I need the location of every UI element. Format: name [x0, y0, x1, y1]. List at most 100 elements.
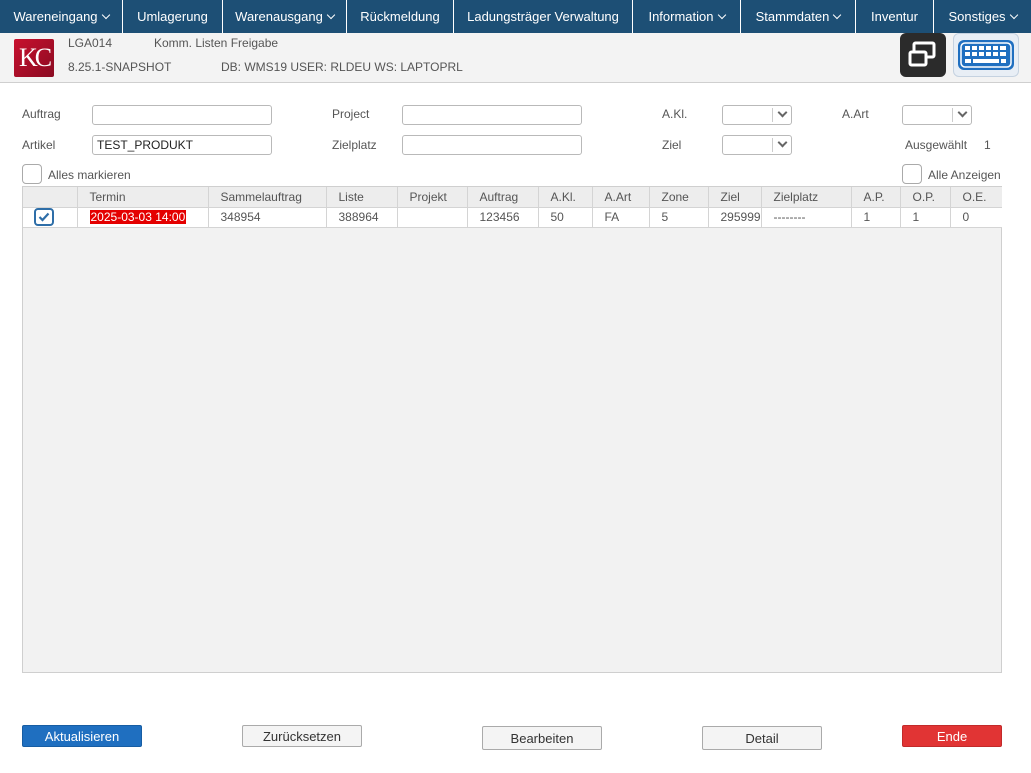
- cell-ap: 1: [851, 207, 901, 228]
- col-header-oe[interactable]: O.E.: [950, 187, 1002, 208]
- aktualisieren-button[interactable]: Aktualisieren: [22, 725, 142, 747]
- chevron-down-icon: [101, 10, 110, 19]
- table-row[interactable]: 2025-03-03 14:00 348954 388964 123456 50…: [23, 207, 1002, 228]
- aart-select[interactable]: [902, 105, 972, 125]
- cell-sammelauftrag: 348954: [208, 207, 327, 228]
- col-header-sammelauftrag[interactable]: Sammelauftrag: [208, 187, 327, 208]
- chevron-down-icon: [777, 137, 788, 148]
- col-header-liste[interactable]: Liste: [326, 187, 398, 208]
- menu-warenausgang[interactable]: Warenausgang: [223, 0, 347, 33]
- keyboard-button[interactable]: [953, 33, 1019, 77]
- artikel-label: Artikel: [22, 138, 56, 152]
- cell-op: 1: [900, 207, 951, 228]
- chevron-down-icon: [1009, 10, 1018, 19]
- main-menu-bar: Wareneingang Umlagerung Warenausgang Rüc…: [0, 0, 1031, 33]
- results-table: Termin Sammelauftrag Liste Projekt Auftr…: [23, 187, 1002, 228]
- cell-projekt: [397, 207, 468, 228]
- menu-label: Warenausgang: [235, 9, 323, 24]
- col-header-select: [23, 187, 78, 208]
- auftrag-input[interactable]: [92, 105, 272, 125]
- menu-wareneingang[interactable]: Wareneingang: [0, 0, 123, 33]
- session-info: DB: WMS19 USER: RLDEU WS: LAPTOPRL: [221, 60, 463, 74]
- menu-stammdaten[interactable]: Stammdaten: [741, 0, 856, 33]
- cell-akl: 50: [538, 207, 593, 228]
- col-header-op[interactable]: O.P.: [900, 187, 951, 208]
- menu-umlagerung[interactable]: Umlagerung: [123, 0, 223, 33]
- chevron-down-icon: [833, 10, 842, 19]
- screen-title: Komm. Listen Freigabe: [154, 36, 279, 50]
- col-header-termin[interactable]: Termin: [77, 187, 209, 208]
- alles-markieren-label: Alles markieren: [48, 168, 131, 182]
- menu-label: Inventur: [871, 9, 918, 24]
- menu-label: Ladungsträger Verwaltung: [467, 9, 619, 24]
- zuruecksetzen-button[interactable]: Zurücksetzen: [242, 725, 362, 747]
- menu-inventur[interactable]: Inventur: [856, 0, 934, 33]
- cell-zone: 5: [649, 207, 709, 228]
- menu-label: Umlagerung: [137, 9, 208, 24]
- select-separator: [952, 108, 953, 122]
- checkmark-icon: [38, 212, 50, 222]
- chevron-down-icon: [957, 107, 968, 118]
- zielplatz-input[interactable]: [402, 135, 582, 155]
- company-logo: KC: [14, 39, 54, 77]
- zielplatz-label: Zielplatz: [332, 138, 377, 152]
- ende-button[interactable]: Ende: [902, 725, 1002, 747]
- cell-aart: FA: [592, 207, 650, 228]
- col-header-projekt[interactable]: Projekt: [397, 187, 468, 208]
- row-checkbox[interactable]: [34, 208, 54, 226]
- window-switch-icon: [908, 41, 936, 67]
- akl-label: A.Kl.: [662, 107, 688, 121]
- col-header-akl[interactable]: A.Kl.: [538, 187, 593, 208]
- project-label: Project: [332, 107, 370, 121]
- termin-badge: 2025-03-03 14:00: [89, 210, 187, 224]
- alle-anzeigen-checkbox[interactable]: [902, 164, 922, 184]
- col-header-zone[interactable]: Zone: [649, 187, 709, 208]
- aart-label: A.Art: [842, 107, 869, 121]
- ziel-label: Ziel: [662, 138, 682, 152]
- alles-markieren-checkbox[interactable]: [22, 164, 42, 184]
- menu-sonstiges[interactable]: Sonstiges: [934, 0, 1031, 33]
- ziel-select[interactable]: [722, 135, 792, 155]
- menu-label: Information: [648, 9, 714, 24]
- akl-select[interactable]: [722, 105, 792, 125]
- bearbeiten-button[interactable]: Bearbeiten: [482, 726, 602, 750]
- auftrag-label: Auftrag: [22, 107, 61, 121]
- ausgewaehlt-count: 1: [984, 138, 991, 152]
- select-separator: [772, 138, 773, 152]
- detail-button[interactable]: Detail: [702, 726, 822, 750]
- cell-oe: 0: [950, 207, 1002, 228]
- keyboard-icon: [958, 40, 1014, 70]
- chevron-down-icon: [777, 107, 788, 118]
- table-header-row: Termin Sammelauftrag Liste Projekt Auftr…: [23, 187, 1002, 208]
- app-header: KC LGA014 Komm. Listen Freigabe 8.25.1-S…: [0, 33, 1031, 83]
- window-switch-button[interactable]: [900, 33, 946, 77]
- cell-zielplatz: --------: [761, 207, 852, 228]
- cell-liste: 388964: [326, 207, 398, 228]
- menu-rueckmeldung[interactable]: Rückmeldung: [347, 0, 454, 33]
- screen-code: LGA014: [68, 36, 113, 50]
- menu-label: Stammdaten: [755, 9, 830, 24]
- col-header-ap[interactable]: A.P.: [851, 187, 901, 208]
- menu-label: Wareneingang: [13, 9, 98, 24]
- menu-ladungstraeger-verwaltung[interactable]: Ladungsträger Verwaltung: [454, 0, 633, 33]
- col-header-zielplatz[interactable]: Zielplatz: [761, 187, 852, 208]
- cell-auftrag: 123456: [467, 207, 539, 228]
- artikel-input[interactable]: [92, 135, 272, 155]
- col-header-ziel[interactable]: Ziel: [708, 187, 762, 208]
- col-header-aart[interactable]: A.Art: [592, 187, 650, 208]
- results-grid: Termin Sammelauftrag Liste Projekt Auftr…: [22, 186, 1002, 673]
- menu-label: Rückmeldung: [360, 9, 440, 24]
- cell-termin: 2025-03-03 14:00: [77, 207, 209, 228]
- cell-ziel: 295999: [708, 207, 762, 228]
- menu-label: Sonstiges: [948, 9, 1006, 24]
- row-select-cell: [23, 207, 78, 228]
- alle-anzeigen-label: Alle Anzeigen: [928, 168, 1001, 182]
- project-input[interactable]: [402, 105, 582, 125]
- chevron-down-icon: [717, 10, 726, 19]
- ausgewaehlt-label: Ausgewählt: [905, 138, 968, 152]
- select-separator: [772, 108, 773, 122]
- chevron-down-icon: [326, 10, 336, 19]
- menu-information[interactable]: Information: [633, 0, 741, 33]
- col-header-auftrag[interactable]: Auftrag: [467, 187, 539, 208]
- version-label: 8.25.1-SNAPSHOT: [68, 60, 172, 74]
